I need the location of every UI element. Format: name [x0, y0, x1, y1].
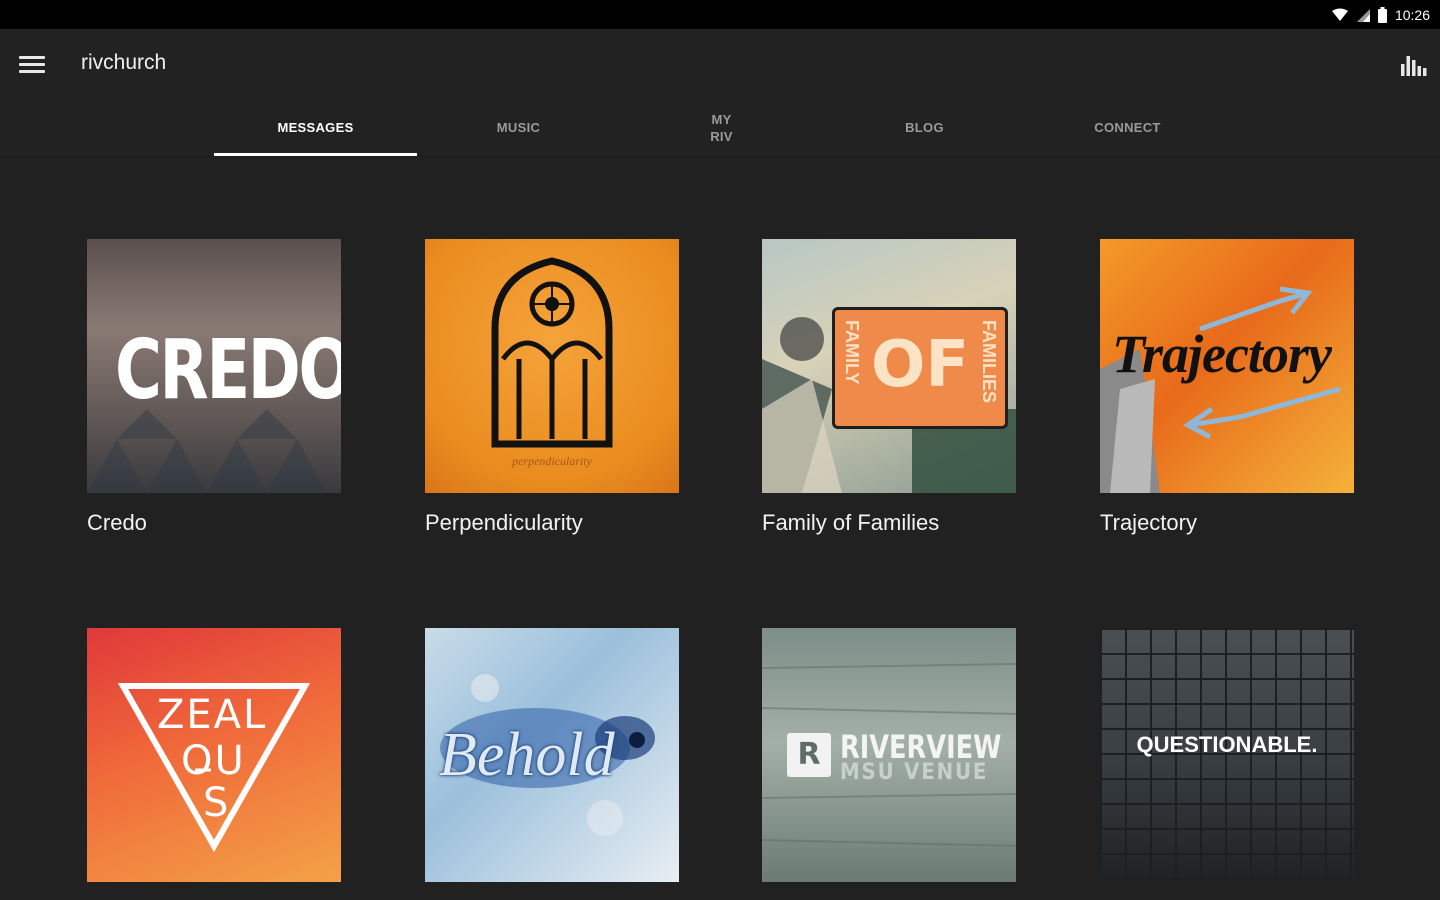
- tab-my-riv[interactable]: MY RIV: [620, 99, 823, 156]
- artwork-text: CREDO.: [114, 323, 341, 418]
- series-card-behold[interactable]: Behold: [425, 628, 679, 882]
- tab-label: MY RIV: [710, 111, 733, 144]
- battery-icon: [1377, 6, 1387, 23]
- bar-chart-icon[interactable]: [1400, 54, 1428, 76]
- artwork-badge: FAMILY OF FAMILIES: [832, 307, 1008, 429]
- riverview-logo-icon: R: [787, 733, 831, 777]
- artwork-text: perpendicularity: [512, 454, 592, 468]
- series-artwork: FAMILY OF FAMILIES: [762, 239, 1016, 493]
- menu-icon[interactable]: [19, 56, 45, 74]
- series-card-family-of-families[interactable]: FAMILY OF FAMILIES Family of Families: [762, 239, 1016, 536]
- tab-label: MUSIC: [496, 120, 541, 135]
- series-artwork: R RIVERVIEW MSU VENUE: [762, 628, 1016, 882]
- tab-bar: MESSAGES MUSIC MY RIV BLOG CONNECT: [214, 99, 1230, 156]
- tab-connect[interactable]: CONNECT: [1026, 99, 1229, 156]
- series-title: Credo: [87, 510, 147, 535]
- artwork-text-1: ZEAL: [157, 692, 268, 738]
- app-bar: rivchurch MESSAGES MUSIC MY RIV BLOG CON…: [0, 29, 1440, 156]
- series-card-riverview[interactable]: R RIVERVIEW MSU VENUE: [762, 628, 1016, 882]
- tab-music[interactable]: MUSIC: [417, 99, 620, 156]
- series-card-perpendicularity[interactable]: perpendicularity Perpendicularity: [425, 239, 679, 536]
- app-title: rivchurch: [81, 51, 167, 74]
- series-title: Perpendicularity: [425, 510, 583, 535]
- series-artwork: perpendicularity: [425, 239, 679, 493]
- series-artwork: QUESTIONABLE.: [1100, 628, 1354, 882]
- series-card-questionable[interactable]: QUESTIONABLE.: [1100, 628, 1354, 882]
- artwork-text-right: FAMILIES: [979, 320, 999, 404]
- tab-messages[interactable]: MESSAGES: [214, 99, 417, 156]
- artwork-text: QUESTIONABLE.: [1136, 732, 1318, 757]
- series-artwork: ZEAL OU S: [87, 628, 341, 882]
- wifi-icon: [1331, 8, 1348, 21]
- artwork-text: Trajectory: [1112, 324, 1332, 384]
- artwork-subtext: MSU VENUE: [840, 760, 989, 785]
- tab-label: BLOG: [905, 120, 944, 135]
- series-card-trajectory[interactable]: Trajectory Trajectory: [1100, 239, 1354, 536]
- artwork-text-3: S: [203, 780, 231, 826]
- tab-blog[interactable]: BLOG: [823, 99, 1026, 156]
- series-card-credo[interactable]: CREDO. Credo: [87, 239, 341, 536]
- series-grid: CREDO. Credo perpendicularity Perpendicu…: [0, 157, 1440, 900]
- series-card-zealous[interactable]: ZEAL OU S: [87, 628, 341, 882]
- artwork-text: Behold: [439, 721, 615, 789]
- tab-label: MESSAGES: [277, 120, 354, 135]
- tab-label: CONNECT: [1094, 120, 1161, 135]
- signal-icon: [1356, 8, 1370, 22]
- series-artwork: CREDO.: [87, 239, 341, 493]
- status-bar: 10:26: [0, 0, 1440, 29]
- series-title: Family of Families: [762, 510, 940, 535]
- series-artwork: Behold: [425, 628, 679, 882]
- artwork-text-2: OU: [181, 738, 246, 784]
- status-time: 10:26: [1394, 6, 1430, 23]
- series-artwork: Trajectory: [1100, 239, 1354, 493]
- series-title: Trajectory: [1100, 510, 1197, 535]
